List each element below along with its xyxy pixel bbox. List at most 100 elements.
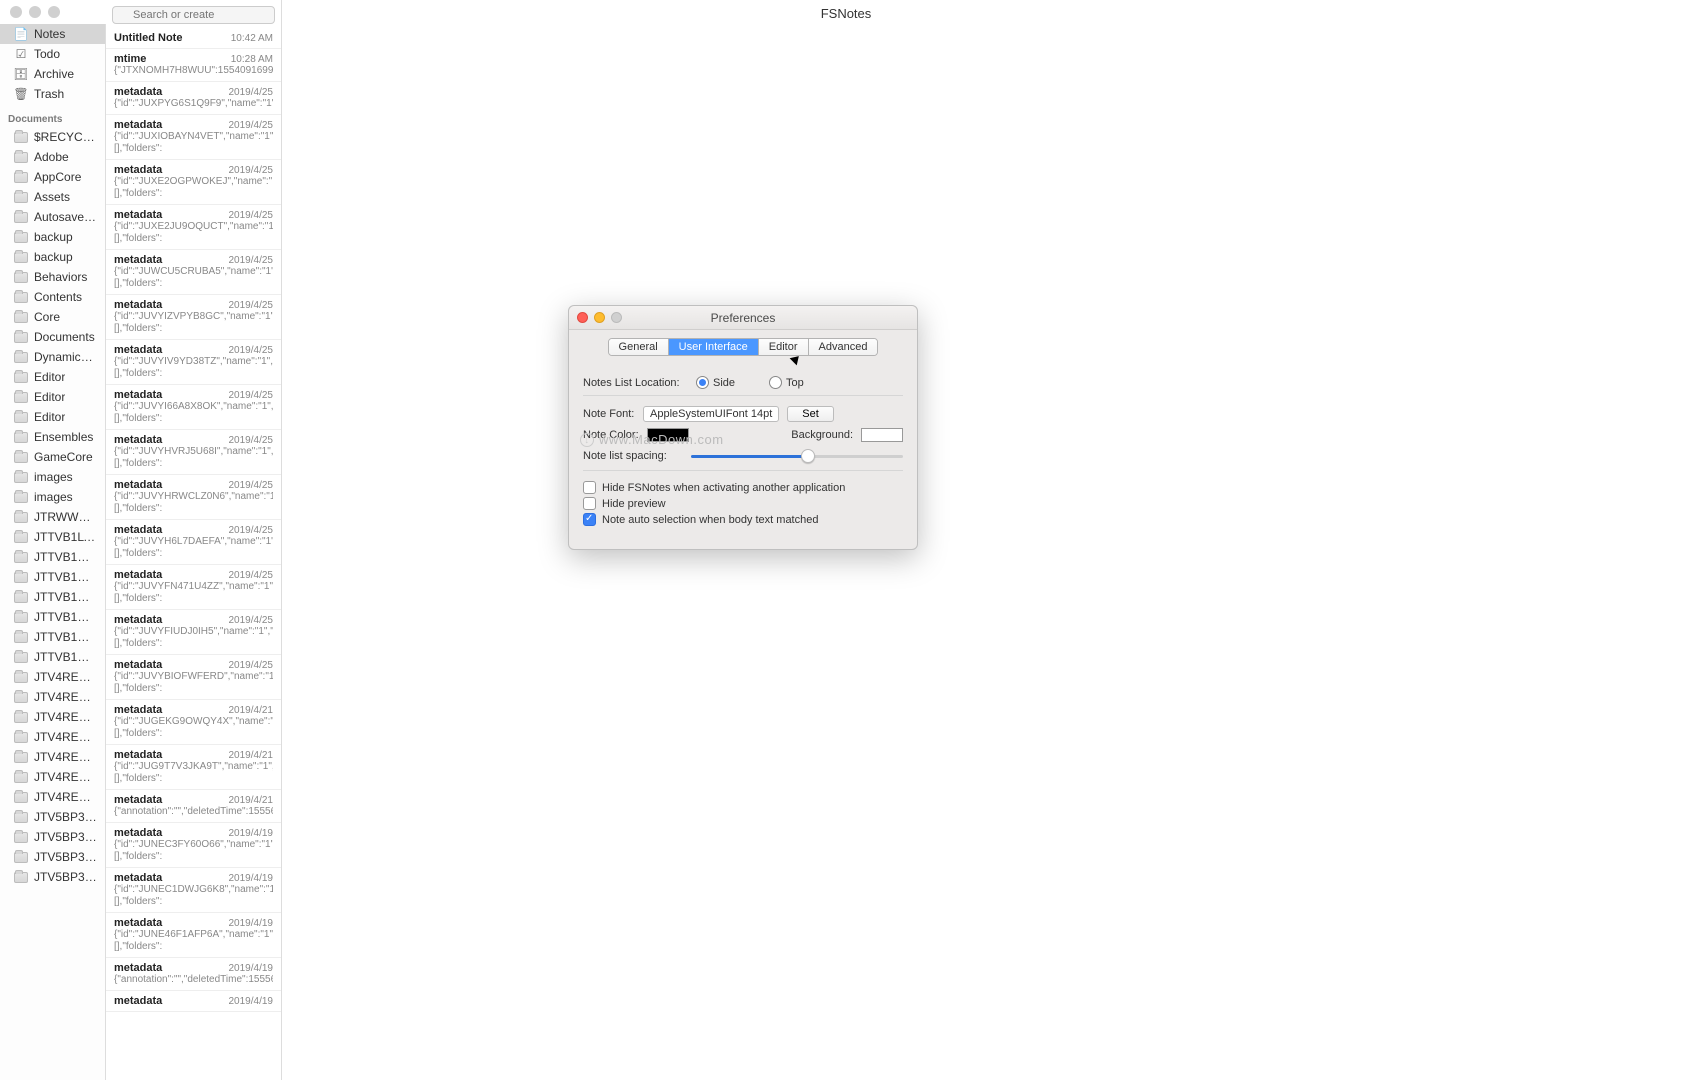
mac-zoom-dim[interactable] [48,6,60,18]
background-color-swatch[interactable] [861,428,903,442]
sidebar-item-todo[interactable]: ☑ Todo [0,44,105,64]
sidebar-folder[interactable]: Assets [0,187,105,207]
sidebar-folder[interactable]: JTTVB1M9S… [0,647,105,667]
pref-tab-user-interface[interactable]: User Interface [669,339,759,355]
sidebar-folder[interactable]: JTTVB1M7G… [0,567,105,587]
sidebar-folder[interactable]: JTV5BP334… [0,807,105,827]
preferences-window: Preferences GeneralUser InterfaceEditorA… [568,305,918,550]
sidebar-folder[interactable]: AppCore [0,167,105,187]
folder-icon [14,152,28,163]
notes-list-item[interactable]: metadata 2019/4/19 {"id":"JUNE46F1AFP6A"… [106,913,281,958]
set-font-button[interactable]: Set [787,406,834,422]
chk-hide-app-row[interactable]: Hide FSNotes when activating another app… [583,481,903,494]
sidebar-folder[interactable]: Ensembles [0,427,105,447]
notes-list-item[interactable]: metadata 2019/4/21 {"id":"JUGEKG9OWQY4X"… [106,700,281,745]
sidebar-folder[interactable]: JTTVB1M80… [0,587,105,607]
radio-option-side[interactable]: Side [696,376,735,389]
notes-list-item[interactable]: metadata 2019/4/25 {"id":"JUVYFIUDJ0IH5"… [106,610,281,655]
sidebar-folder[interactable]: Behaviors [0,267,105,287]
notes-list-item[interactable]: metadata 2019/4/21 {"annotation":"","del… [106,790,281,823]
sidebar-folder[interactable]: JTV5BP33Q… [0,847,105,867]
notes-list-item[interactable]: mtime 10:28 AM {"JTXNOMH7H8WUU":15540916… [106,49,281,82]
sidebar-folder[interactable]: JTTVB1LWT… [0,527,105,547]
notes-list-item[interactable]: Untitled Note 10:42 AM [106,28,281,49]
spacing-label: Note list spacing: [583,450,683,462]
notes-list-item[interactable]: metadata 2019/4/25 {"id":"JUVYHRWCLZ0N6"… [106,475,281,520]
sidebar-folder[interactable]: Contents [0,287,105,307]
sidebar-folder[interactable]: GameCore [0,447,105,467]
window-traffic-lights[interactable] [10,6,60,18]
sidebar-folder[interactable]: Adobe [0,147,105,167]
pref-close-icon[interactable] [577,312,588,323]
pref-min-icon[interactable] [594,312,605,323]
sidebar-folder[interactable]: $RECYCLE… [0,127,105,147]
checkbox-icon[interactable] [583,497,596,510]
sidebar-folder[interactable]: JTV4REYI41… [0,727,105,747]
notes-list-item[interactable]: metadata 2019/4/25 {"id":"JUVYIV9YD38TZ"… [106,340,281,385]
sidebar-folder[interactable]: JTV4REY9L… [0,667,105,687]
sidebar-folder[interactable]: Editor [0,387,105,407]
notes-list-item[interactable]: metadata 2019/4/25 {"id":"JUVYFN471U4ZZ"… [106,565,281,610]
pref-tab-advanced[interactable]: Advanced [809,339,878,355]
sidebar-folder[interactable]: backup [0,227,105,247]
notes-list-item[interactable]: metadata 2019/4/25 {"id":"JUXE2OGPWOKEJ"… [106,160,281,205]
notes-list-item[interactable]: metadata 2019/4/25 {"id":"JUVYI66A8X8OK"… [106,385,281,430]
notes-list-item[interactable]: metadata 2019/4/25 {"id":"JUXIOBAYN4VET"… [106,115,281,160]
sidebar-folder[interactable]: JTTVB1M8S… [0,627,105,647]
notes-list-item[interactable]: metadata 2019/4/25 {"id":"JUVYIZVPYB8GC"… [106,295,281,340]
sidebar-item-trash[interactable]: 🗑 Trash [0,84,105,104]
pref-tab-general[interactable]: General [609,339,669,355]
folder-icon [14,392,28,403]
notes-list-item[interactable]: metadata 2019/4/21 {"id":"JUG9T7V3JKA9T"… [106,745,281,790]
notes-list-item[interactable]: metadata 2019/4/19 [106,991,281,1012]
chk-auto-select-row[interactable]: Note auto selection when body text match… [583,513,903,526]
notes-list-item[interactable]: metadata 2019/4/25 {"id":"JUVYH6L7DAEFA"… [106,520,281,565]
sidebar-folder[interactable]: Editor [0,407,105,427]
sidebar-folder[interactable]: JTV4REYHP… [0,707,105,727]
sidebar-folder[interactable]: JTV5BP33P… [0,827,105,847]
sidebar-folder[interactable]: DynamicQu… [0,347,105,367]
notes-list-item[interactable]: metadata 2019/4/19 {"id":"JUNEC1DWJG6K8"… [106,868,281,913]
sidebar-item-archive[interactable]: 🗄 Archive [0,64,105,84]
note-time: 2019/4/25 [229,525,274,536]
sidebar-folder[interactable]: images [0,487,105,507]
sidebar-folder[interactable]: JTV4REYIU… [0,747,105,767]
sidebar-folder[interactable]: JTV4REYGF… [0,687,105,707]
sidebar-folder[interactable]: JTRWWFXK… [0,507,105,527]
notes-list-item[interactable]: metadata 2019/4/25 {"id":"JUXPYG6S1Q9F9"… [106,82,281,115]
sidebar-folder[interactable]: JTTVB1M6O… [0,547,105,567]
chk-hide-preview-row[interactable]: Hide preview [583,497,903,510]
notes-list-item[interactable]: metadata 2019/4/25 {"id":"JUXE2JU9OQUCT"… [106,205,281,250]
note-font-field[interactable]: AppleSystemUIFont 14pt [643,406,779,422]
checkbox-icon[interactable] [583,513,596,526]
pref-tab-editor[interactable]: Editor [759,339,809,355]
sidebar-folder[interactable]: backup [0,247,105,267]
checkbox-icon[interactable] [583,481,596,494]
editor-pane[interactable] [282,24,1692,1080]
sidebar-folder[interactable]: images [0,467,105,487]
notes-list-item[interactable]: metadata 2019/4/25 {"id":"JUWCU5CRUBA5",… [106,250,281,295]
sidebar-folder[interactable]: Core [0,307,105,327]
sidebar-folder[interactable]: Autosaved C… [0,207,105,227]
sidebar-item-notes[interactable]: 📄 Notes [0,24,105,44]
sidebar-folder[interactable]: Documents [0,327,105,347]
notes-list-item[interactable]: metadata 2019/4/19 {"annotation":"","del… [106,958,281,991]
note-snippet: {"id":"JUVYH6L7DAEFA","name":"1","size":… [114,536,273,560]
sidebar-folder[interactable]: JTV4REYK5… [0,787,105,807]
spacing-slider[interactable] [691,448,903,464]
mac-close-dim[interactable] [10,6,22,18]
notes-list-item[interactable]: metadata 2019/4/25 {"id":"JUVYHVRJ5U68I"… [106,430,281,475]
notes-list-item[interactable]: metadata 2019/4/25 {"id":"JUVYBIOFWFERD"… [106,655,281,700]
sidebar-folder[interactable]: JTTVB1M8D… [0,607,105,627]
sidebar-folder[interactable]: JTV5BP34I0… [0,867,105,887]
slider-knob-icon[interactable] [801,449,815,463]
pref-traffic-lights[interactable] [577,312,622,323]
sidebar-folder[interactable]: JTV4REYJQ… [0,767,105,787]
search-input[interactable] [112,6,275,24]
radio-option-top[interactable]: Top [769,376,804,389]
notes-list-item[interactable]: metadata 2019/4/19 {"id":"JUNEC3FY60O66"… [106,823,281,868]
mac-min-dim[interactable] [29,6,41,18]
preferences-titlebar[interactable]: Preferences [569,306,917,330]
pref-tabs[interactable]: GeneralUser InterfaceEditorAdvanced [608,338,879,356]
sidebar-folder[interactable]: Editor [0,367,105,387]
